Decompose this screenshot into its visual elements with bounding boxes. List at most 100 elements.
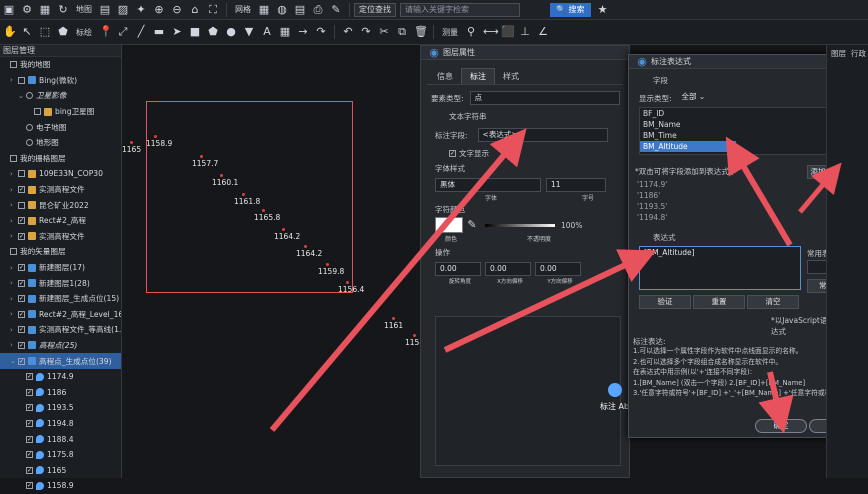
expression-input[interactable]: [BM_Altitude] [639,246,801,290]
y-offset-input[interactable]: 0.00 [535,262,581,276]
zoom-out-icon[interactable]: ⊖ [171,3,183,16]
print-icon[interactable]: ⎙ [312,3,324,16]
measure-point-icon[interactable]: ⚲ [465,26,477,38]
tab-info[interactable]: 信息 [429,69,461,84]
layer-item[interactable]: 电子地图 [0,119,121,135]
layer-item[interactable]: › ✓ Rect#2_高程 [0,213,121,229]
layer-item[interactable]: ✓ 1193.5 [0,400,121,416]
refresh-icon[interactable]: ↻ [57,3,69,16]
globe-icon[interactable]: ◍ [276,3,288,16]
x-offset-input[interactable]: 0.00 [485,262,531,276]
value-item[interactable]: '1186' [635,190,853,201]
verify-button[interactable]: 验证 [639,295,691,309]
curve-icon[interactable]: ↷ [315,26,327,38]
layer-checkbox[interactable]: ✓ [18,186,25,194]
layer-item[interactable]: ✓ 1165 [0,462,121,478]
layer-item[interactable]: ⌄ 卫星影像 [0,88,121,104]
expand-icon[interactable]: › [10,341,18,349]
text-icon[interactable]: A [261,26,273,38]
layer-checkbox[interactable] [10,61,17,69]
polyline-icon[interactable]: ⤢ [117,26,129,38]
elevation-point[interactable] [326,263,329,266]
arrow-shape-icon[interactable]: ➤ [171,26,183,38]
zoom-in-icon[interactable]: ⊕ [153,3,165,16]
value-item[interactable]: '1194.8' [635,212,853,223]
display-type-select[interactable]: 全部 ⌄ [678,91,714,105]
layer-checkbox[interactable]: ✓ [26,466,33,474]
layer-checkbox[interactable]: ✓ [18,217,25,225]
field-item[interactable]: BM_Altitude [640,141,736,152]
clear-button[interactable]: 清空 [747,295,799,309]
copy-icon[interactable]: ⧉ [396,26,408,38]
tab-style[interactable]: 样式 [495,69,527,84]
expand-icon[interactable]: › [10,232,18,240]
layer-checkbox[interactable]: ✓ [26,482,33,490]
elevation-point[interactable] [304,245,307,248]
color-swatch[interactable] [435,217,463,233]
layer-checkbox[interactable]: ✓ [18,264,25,272]
layer-checkbox[interactable]: ✓ [26,404,33,412]
layer-item[interactable]: 我的矢量图层 [0,244,121,260]
home-icon[interactable]: ⌂ [189,3,201,16]
satellite-icon[interactable]: ✦ [135,3,147,16]
shape-icon[interactable]: ⬟ [57,26,69,38]
expand-icon[interactable]: › [10,264,18,272]
layer-item[interactable]: › ✓ 新建图层1(28) [0,275,121,291]
layer-checkbox[interactable] [10,248,17,256]
redo-icon[interactable]: ↷ [360,26,372,38]
elevation-point[interactable] [346,281,349,284]
menu-icon[interactable]: ▣ [3,3,15,16]
layer-item[interactable]: 我的地图 [0,57,121,73]
reset-button[interactable]: 重置 [693,295,745,309]
rotation-input[interactable]: 0.00 [435,262,481,276]
tab-label[interactable]: 标注 [461,68,495,84]
expand-icon[interactable]: › [10,201,18,209]
layer-item[interactable]: ✓ 1186 [0,384,121,400]
search-button[interactable]: 🔍 搜索 [550,2,591,17]
layer-checkbox[interactable]: ✓ [18,279,25,287]
layer-item[interactable]: › ✓ 高程点(25) [0,338,121,354]
image-icon[interactable]: ▨ [117,3,129,16]
grid-icon[interactable]: ▦ [258,3,270,16]
layer-item[interactable]: ›✓ Rect#2_高程_Level_16... [0,307,121,323]
expand-icon[interactable]: › [10,279,18,287]
layer-item[interactable]: 我的栅格图层 [0,151,121,167]
settings-icon[interactable]: ⚙ [21,3,33,16]
layer-item[interactable]: › 109E33N_COP30 [0,166,121,182]
measure-area-icon[interactable]: ⬛ [501,26,515,38]
expand-icon[interactable]: › [10,326,18,334]
elevation-point[interactable] [130,141,133,144]
layer-checkbox[interactable]: ✓ [18,310,25,318]
grid-menu[interactable]: 网格 [235,4,251,15]
right-panel-tab-1[interactable]: 图层 [831,48,846,59]
layer-checkbox[interactable] [34,108,41,116]
map-menu[interactable]: 地图 [76,4,92,15]
route-icon[interactable]: → [297,26,309,38]
map-canvas[interactable]: 1165 1158.9 1157.7 1160.1 1161.8 1165.8 1164.2… [122,45,424,478]
layer-checkbox[interactable]: ✓ [18,326,25,334]
pin-icon[interactable]: 📍 [99,26,113,38]
layer-item[interactable]: › Bing(微软) [0,73,121,89]
layer-item[interactable]: ✓ 1188.4 [0,431,121,447]
layer-checkbox[interactable]: ✓ [26,435,33,443]
expand-icon[interactable]: › [10,170,18,178]
layer-item[interactable]: › 昆仑矿业2022 [0,197,121,213]
map-layer-icon[interactable]: ▤ [99,3,111,16]
font-size-select[interactable]: 11 [546,178,606,192]
label-tool[interactable]: 标绘 [76,27,92,38]
undo-icon[interactable]: ↶ [342,26,354,38]
expand-icon[interactable]: › [10,310,18,318]
layer-item[interactable]: ✓ 1174.9 [0,369,121,385]
expand-icon[interactable]: › [10,186,18,194]
font-select[interactable]: 黑体 [435,178,541,192]
layer-checkbox[interactable] [10,154,17,162]
elevation-point[interactable] [392,317,395,320]
elevation-point[interactable] [154,135,157,138]
layer-item[interactable]: ✓ 1158.9 [0,478,121,494]
star-icon[interactable]: ★ [597,3,609,16]
layer-checkbox[interactable]: ✓ [26,419,33,427]
layer-radio[interactable] [26,92,33,100]
elevation-point[interactable] [220,174,223,177]
opacity-slider[interactable] [485,223,555,227]
expand-icon[interactable]: › [10,295,18,303]
